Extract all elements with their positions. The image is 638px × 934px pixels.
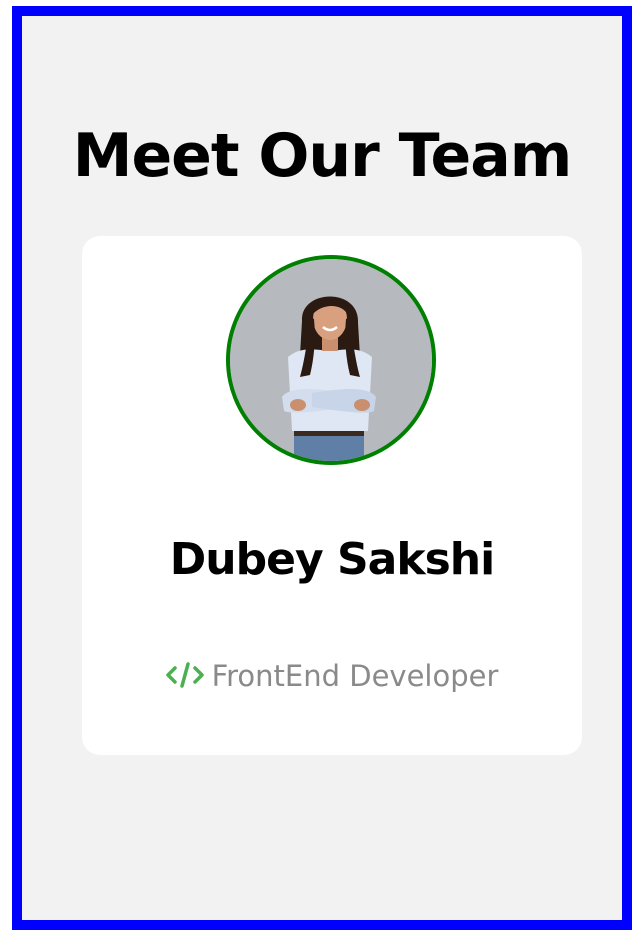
member-role: FrontEnd Developer — [82, 658, 582, 698]
member-avatar — [226, 255, 436, 465]
avatar-photo — [230, 259, 432, 461]
page-title: Meet Our Team — [72, 121, 573, 191]
member-name: Dubey Sakshi — [169, 534, 495, 585]
member-role-label: FrontEnd Developer — [211, 659, 499, 693]
team-member-card: Dubey Sakshi FrontEnd Developer — [82, 236, 582, 755]
code-icon — [165, 660, 204, 698]
page-frame: Meet Our Team Dubey Sakshi FrontEnd Deve… — [12, 6, 632, 930]
